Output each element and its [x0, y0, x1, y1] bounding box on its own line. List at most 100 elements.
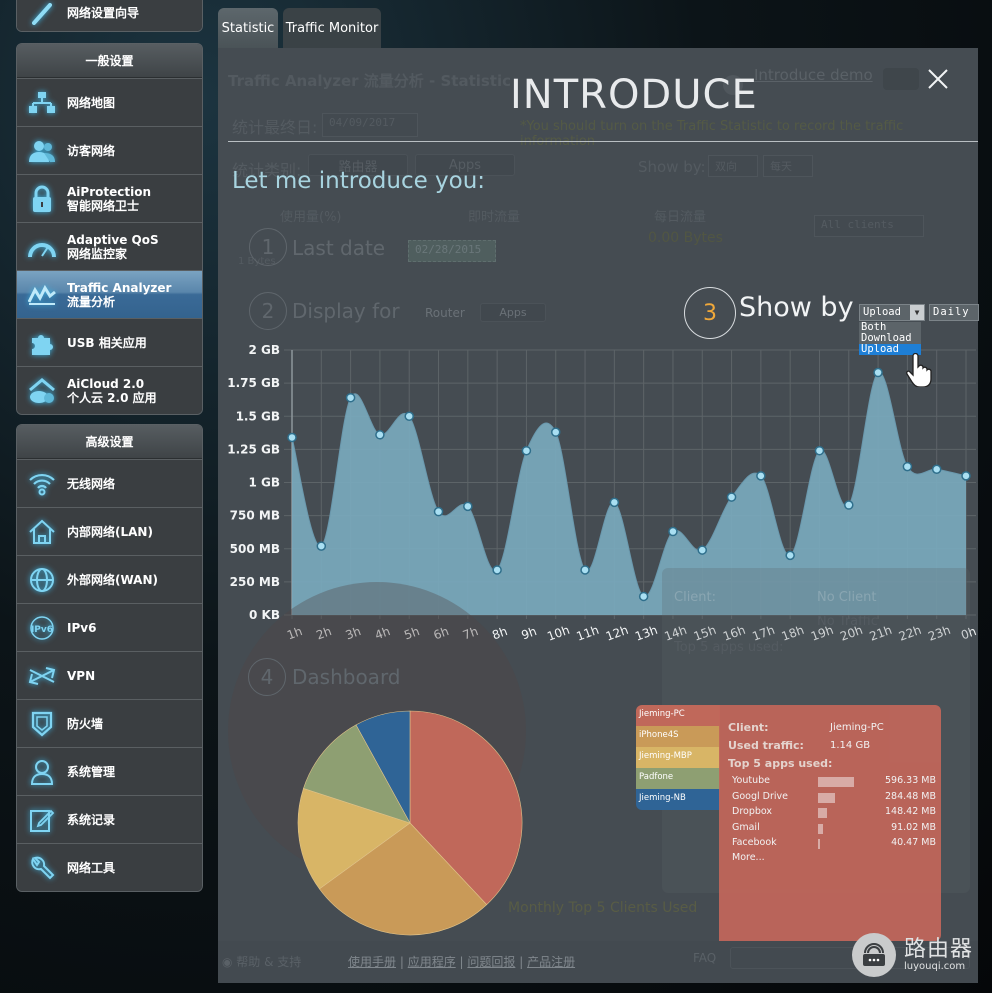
client-info-box: Client: Jieming-PC Used traffic: 1.14 GB…	[719, 705, 941, 941]
sidebar-item-label: AiCloud 2.0	[67, 376, 145, 391]
data-point[interactable]	[287, 432, 297, 443]
data-point[interactable]	[404, 411, 414, 421]
data-point[interactable]	[726, 492, 737, 502]
svg-text:IPv6: IPv6	[31, 625, 53, 635]
sidebar-item-label: USB 相关应用	[67, 335, 147, 350]
sidebar-general-header: 一般设置	[17, 44, 202, 78]
app-usage-bar	[818, 823, 824, 834]
x-tick-label: 10h	[545, 623, 571, 644]
sidebar-item-wizard[interactable]: 网络设置向导	[17, 0, 202, 31]
data-point[interactable]	[785, 550, 795, 561]
sidebar-item-administration[interactable]: 系统管理	[17, 747, 202, 795]
data-point[interactable]	[668, 526, 678, 537]
legend-item[interactable]: Jieming-PC	[636, 705, 720, 726]
data-point[interactable]	[521, 445, 532, 456]
show-by-select[interactable]: Upload ▼	[859, 304, 925, 321]
lock-icon	[25, 184, 59, 214]
screen: 网络设置向导 一般设置 网络地图 访客网络 AiProtection 智能网络卫士…	[0, 0, 992, 993]
data-point[interactable]	[609, 497, 620, 508]
sidebar-item-wireless[interactable]: 无线网络	[17, 459, 202, 507]
sidebar-item-aiprotection[interactable]: AiProtection 智能网络卫士	[17, 174, 202, 222]
y-tick-label: 0 KB	[249, 608, 280, 622]
tab-traffic-monitor[interactable]: Traffic Monitor	[283, 8, 381, 48]
sidebar-item-label: AiProtection	[67, 184, 151, 199]
info-top5-label: Top 5 apps used:	[728, 757, 833, 770]
sidebar-item-label: 网络地图	[67, 95, 116, 110]
sidebar-item-adaptive-qos[interactable]: Adaptive QoS 网络监控家	[17, 222, 202, 270]
edit-log-icon	[25, 805, 59, 835]
faq-label: FAQ	[693, 951, 717, 965]
sidebar-item-label: 网络工具	[67, 860, 116, 875]
legend-item[interactable]: iPhone4S	[636, 726, 720, 747]
dashboard-highlight	[228, 582, 526, 880]
sidebar-item-label: 访客网络	[67, 143, 116, 158]
register-link[interactable]: 产品注册	[527, 955, 575, 969]
y-tick-label: 1.75 GB	[227, 376, 280, 390]
sidebar-item-label: 系统管理	[67, 764, 116, 779]
sidebar-item-traffic-analyzer[interactable]: Traffic Analyzer 流量分析	[17, 270, 202, 318]
app-name: Dropbox	[732, 806, 773, 817]
app-usage-bar	[818, 792, 836, 803]
sidebar-item-label: IPv6	[67, 620, 97, 635]
app-row: Youtube 596.33 MB	[732, 775, 936, 788]
ghost-no-client: No Client	[817, 590, 877, 605]
x-tick-label: 12h	[604, 623, 630, 644]
sidebar-item-aicloud[interactable]: AiCloud 2.0 个人云 2.0 应用	[17, 366, 202, 414]
sidebar-item-ipv6[interactable]: IPv6 IPv6	[17, 603, 202, 651]
x-tick-label: 9h	[520, 624, 539, 642]
y-tick-label: 2 GB	[248, 343, 280, 357]
sidebar-item-guest-network[interactable]: 访客网络	[17, 126, 202, 174]
data-point[interactable]	[463, 501, 473, 512]
info-traffic-value: 1.14 GB	[830, 740, 871, 751]
sidebar-item-usb-apps[interactable]: USB 相关应用	[17, 318, 202, 366]
data-point[interactable]	[433, 506, 444, 517]
sidebar-item-vpn[interactable]: VPN	[17, 651, 202, 699]
legend-item[interactable]: Jieming-NB	[636, 789, 720, 810]
app-row: Dropbox 148.42 MB	[732, 806, 936, 819]
data-point[interactable]	[375, 430, 385, 440]
wifi-icon	[25, 469, 59, 499]
data-point[interactable]	[873, 367, 883, 378]
watermark: 路由器 luyouqi.com	[852, 933, 973, 977]
period-select[interactable]: Daily	[929, 304, 979, 321]
manual-link[interactable]: 使用手册	[348, 955, 396, 969]
sidebar-item-network-tools[interactable]: 网络工具	[17, 843, 202, 891]
sidebar-item-wan[interactable]: 外部网络(WAN)	[17, 555, 202, 603]
sidebar-item-label: Adaptive QoS	[67, 232, 159, 247]
utility-link[interactable]: 应用程序	[408, 955, 456, 969]
data-point[interactable]	[550, 427, 561, 437]
data-point[interactable]	[316, 541, 327, 551]
ghost-top5-label: Top 5 apps used:	[674, 640, 784, 655]
app-usage-value: 596.33 MB	[885, 775, 936, 786]
data-point[interactable]	[844, 500, 854, 510]
sidebar-item-firewall[interactable]: 防火墙	[17, 699, 202, 747]
data-point[interactable]	[638, 591, 649, 602]
legend-item[interactable]: Padfone	[636, 768, 720, 789]
data-point[interactable]	[931, 464, 942, 474]
app-name: Youtube	[732, 775, 770, 786]
sidebar-item-label: Traffic Analyzer	[67, 280, 172, 295]
legend-item[interactable]: Jieming-MBP	[636, 747, 720, 768]
data-point[interactable]	[492, 565, 502, 575]
data-point[interactable]	[961, 471, 971, 481]
wrench-icon	[25, 853, 59, 883]
app-usage-bar	[818, 808, 827, 818]
sidebar-item-network-map[interactable]: 网络地图	[17, 78, 202, 126]
y-tick-label: 250 MB	[230, 575, 280, 589]
puzzle-icon	[25, 328, 59, 358]
tab-statistic[interactable]: Statistic	[218, 8, 278, 48]
data-point[interactable]	[697, 545, 708, 555]
sidebar-item-lan[interactable]: 内部网络(LAN)	[17, 507, 202, 555]
more-link[interactable]: More...	[732, 852, 765, 865]
data-point[interactable]	[902, 461, 913, 472]
footer-links: 使用手册 | 应用程序 | 问题回报 | 产品注册	[348, 955, 576, 969]
data-point[interactable]	[814, 445, 825, 456]
data-point[interactable]	[756, 471, 766, 481]
data-point[interactable]	[345, 392, 356, 403]
ghost-client-label: Client:	[674, 590, 717, 605]
sidebar-advanced: 高级设置 无线网络 内部网络(LAN) 外部网络(WAN) IPv6 IPv6 …	[16, 424, 203, 892]
feedback-link[interactable]: 问题回报	[467, 955, 515, 969]
sidebar-item-system-log[interactable]: 系统记录	[17, 795, 202, 843]
data-point[interactable]	[580, 565, 590, 575]
ipv6-icon: IPv6	[25, 613, 59, 643]
